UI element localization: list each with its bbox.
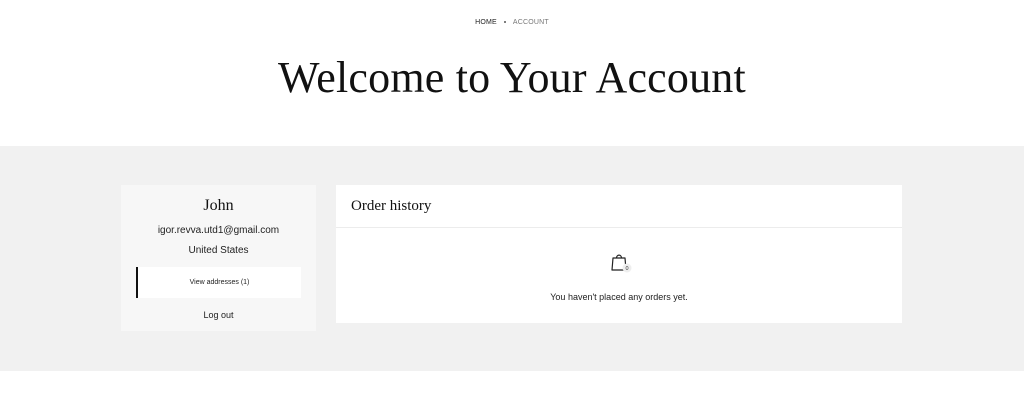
view-addresses-button[interactable]: View addresses (1) xyxy=(136,267,301,298)
account-section: John igor.revva.utd1@gmail.com United St… xyxy=(0,146,1024,371)
empty-orders-message: You haven't placed any orders yet. xyxy=(550,292,688,302)
page-title: Welcome to Your Account xyxy=(278,53,746,102)
customer-email: igor.revva.utd1@gmail.com xyxy=(157,225,280,236)
order-history-title: Order history xyxy=(336,185,902,228)
order-count-badge: 0 xyxy=(625,266,628,272)
breadcrumb-home-link[interactable]: HOME xyxy=(475,19,497,26)
logout-link[interactable]: Log out xyxy=(121,310,316,320)
account-sidebar: John igor.revva.utd1@gmail.com United St… xyxy=(121,185,316,331)
customer-country: United States xyxy=(188,245,249,256)
breadcrumb: HOME ACCOUNT xyxy=(0,19,1024,26)
breadcrumb-current: ACCOUNT xyxy=(512,19,549,26)
shopping-bag-icon: 0 xyxy=(611,254,632,273)
breadcrumb-separator xyxy=(503,21,506,24)
order-history-card: Order history 0 You haven't placed any o… xyxy=(336,185,902,323)
customer-name: John xyxy=(203,197,234,214)
